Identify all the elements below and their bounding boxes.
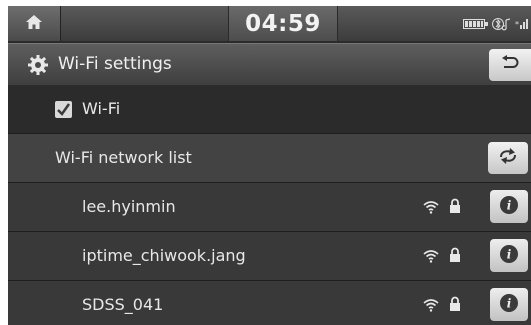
refresh-icon [497, 148, 519, 168]
network-info-button[interactable]: i [490, 239, 528, 272]
signal-icon: * [515, 17, 529, 31]
svg-text:i: i [507, 296, 512, 310]
home-icon [25, 13, 43, 35]
clock-box: 04:59 [228, 6, 338, 41]
wifi-signal-icon [423, 199, 439, 218]
wifi-label: Wi-Fi [82, 99, 121, 118]
wifi-signal-icon [423, 297, 439, 316]
network-row[interactable]: lee.hyinmin i [8, 183, 531, 231]
page-title: Wi-Fi settings [58, 54, 172, 74]
back-arrow-icon [500, 55, 520, 75]
svg-text:*: * [515, 20, 519, 29]
home-button[interactable] [8, 6, 61, 41]
network-info-button[interactable]: i [490, 288, 528, 321]
network-ssid: SDSS_041 [82, 295, 164, 314]
status-icons: * [463, 6, 529, 41]
network-ssid: lee.hyinmin [82, 197, 176, 216]
back-button[interactable] [489, 49, 531, 81]
lock-icon [449, 247, 461, 267]
wifi-signal-icon [423, 248, 439, 267]
checkmark-icon [57, 103, 71, 116]
network-list-header: Wi-Fi network list [8, 134, 531, 182]
wifi-toggle-row[interactable]: Wi-Fi [8, 85, 531, 133]
wifi-settings-screen: 04:59 * Wi-Fi settings Wi-Fi Wi-Fi netwo… [8, 6, 531, 325]
clock: 04:59 [245, 10, 321, 37]
svg-text:i: i [507, 247, 512, 261]
info-icon: i [499, 293, 519, 317]
wifi-checkbox[interactable] [55, 101, 72, 118]
network-ssid: iptime_chiwook.jang [82, 246, 246, 265]
svg-text:i: i [507, 198, 512, 212]
network-list-title: Wi-Fi network list [55, 148, 192, 167]
network-row[interactable]: SDSS_041 i [8, 281, 531, 325]
gear-icon [27, 54, 49, 76]
info-icon: i [499, 244, 519, 268]
lock-icon [449, 296, 461, 316]
lock-icon [449, 198, 461, 218]
refresh-button[interactable] [488, 142, 528, 174]
battery-icon [463, 18, 489, 30]
status-bar: 04:59 * [8, 6, 531, 41]
title-bar: Wi-Fi settings [8, 43, 531, 86]
network-row[interactable]: iptime_chiwook.jang i [8, 232, 531, 280]
network-info-button[interactable]: i [490, 190, 528, 223]
info-icon: i [499, 195, 519, 219]
bluetooth-audio-icon [492, 17, 512, 31]
